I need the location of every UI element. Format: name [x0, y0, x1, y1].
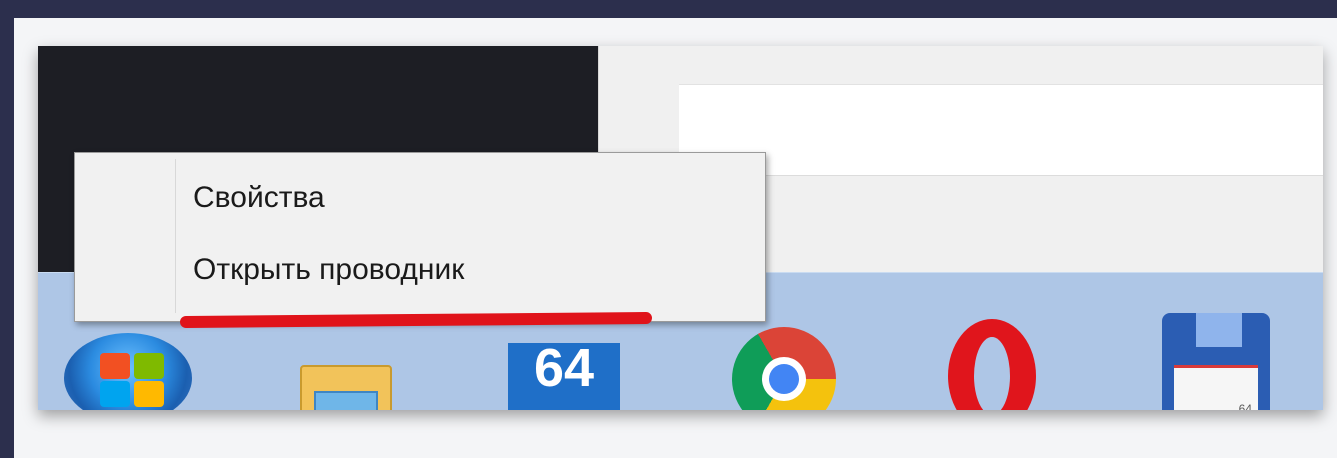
- floppy-save-icon[interactable]: 64: [1162, 313, 1270, 410]
- aida64-label: 64: [533, 338, 595, 398]
- opera-icon[interactable]: [948, 319, 1036, 410]
- windows-logo-green: [134, 353, 164, 379]
- floppy-shutter: [1196, 313, 1242, 347]
- menu-item-properties[interactable]: Свойства: [193, 181, 325, 215]
- aida64-icon[interactable]: 64: [508, 338, 620, 410]
- menu-icon-gutter: [175, 159, 176, 313]
- opera-hole: [974, 337, 1010, 410]
- explorer-stand: [314, 391, 378, 410]
- text-field[interactable]: [679, 84, 1323, 176]
- menu-item-open-explorer[interactable]: Открыть проводник: [193, 253, 464, 287]
- screenshot-frame: 64 64 Свойства Открыть проводник: [14, 18, 1337, 458]
- floppy-label: 64: [1174, 365, 1258, 410]
- file-explorer-icon[interactable]: [300, 351, 392, 410]
- chrome-core: [769, 364, 799, 394]
- windows-logo-yellow: [134, 381, 164, 407]
- windows-logo-red: [100, 353, 130, 379]
- chrome-icon[interactable]: [732, 327, 836, 410]
- windows-logo-blue: [100, 381, 130, 407]
- context-menu: Свойства Открыть проводник: [74, 152, 766, 322]
- floppy-label-text: 64: [1238, 402, 1252, 410]
- start-orb-icon[interactable]: [64, 333, 192, 410]
